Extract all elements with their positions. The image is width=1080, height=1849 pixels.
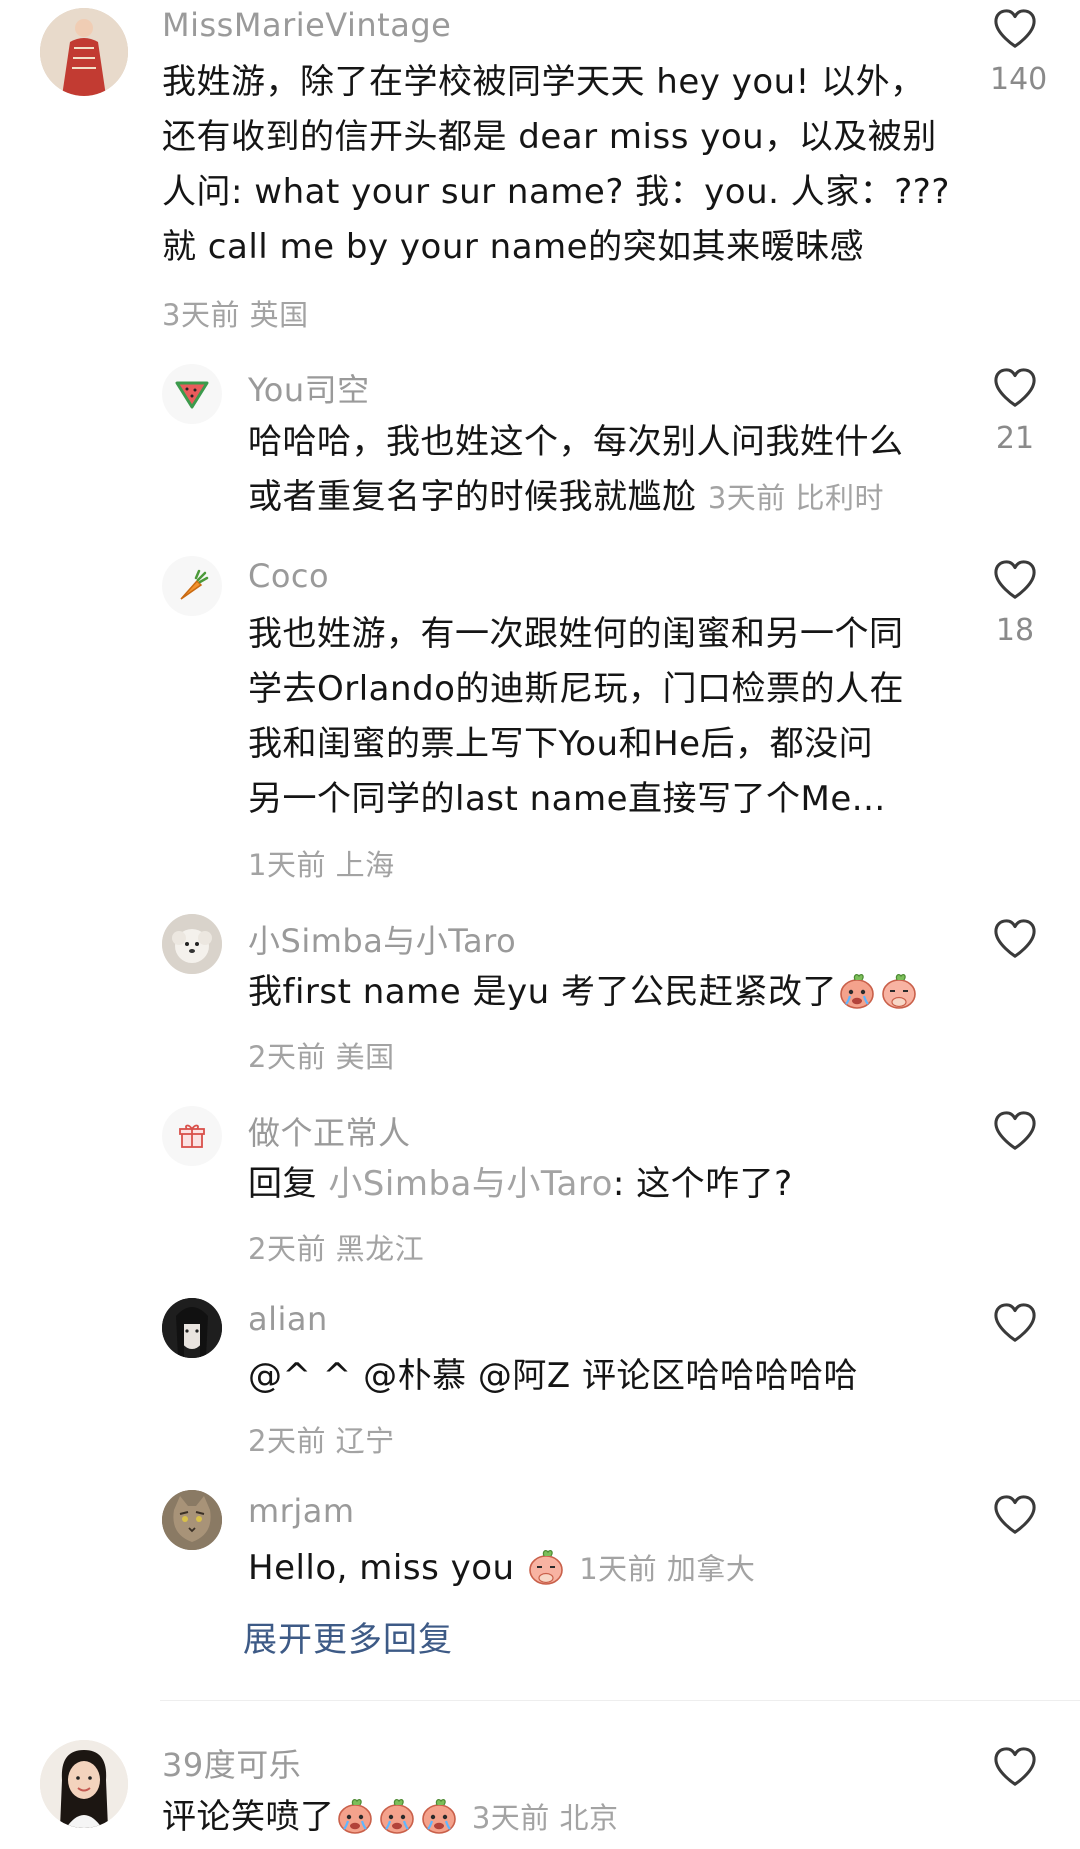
comment-text: 我也姓游，有一次跟姓何的闺蜜和另一个同 学去Orlando的迪斯尼玩，门口检票的… [248, 607, 968, 827]
expand-more-replies-button[interactable]: 展开更多回复 [243, 1612, 453, 1661]
like-count: 18 [995, 613, 1035, 648]
heart-icon [992, 559, 1038, 601]
avatar[interactable] [40, 8, 128, 96]
comment-line: 回复 小Simba与小Taro: 这个咋了? [248, 1157, 968, 1212]
reply-prefix: 回复 [248, 1164, 329, 1204]
comment-meta: 2天前 美国 [248, 1040, 395, 1074]
comment-line: @^ ^ @朴慕 @阿Z 评论区哈哈哈哈哈 [248, 1356, 858, 1396]
comment-text: 我first name 是yu 考了公民赶紧改了 [248, 965, 968, 1020]
comment-text: Hello, miss you 1天前 加拿大 [248, 1541, 968, 1597]
avatar[interactable] [162, 1298, 222, 1358]
username[interactable]: Coco [248, 557, 329, 595]
username[interactable]: alian [248, 1300, 328, 1338]
heart-icon [992, 1494, 1038, 1536]
like-count: 140 [990, 62, 1048, 97]
crying-peach-icon [335, 1796, 375, 1836]
watermelon-icon [175, 381, 209, 409]
comment-line: 学去Orlando的迪斯尼玩，门口检票的人在 [248, 669, 904, 709]
divider [160, 1700, 1080, 1701]
facepalm-peach-icon [879, 971, 919, 1011]
comment-line: 我和闺蜜的票上写下You和He后，都没问 [248, 724, 874, 764]
username[interactable]: mrjam [248, 1492, 355, 1530]
username[interactable]: 做个正常人 [248, 1108, 411, 1154]
avatar[interactable] [40, 1740, 128, 1828]
comment-meta: 3天前 英国 [162, 298, 309, 332]
like-count: 21 [995, 421, 1035, 456]
comment-meta: 2天前 辽宁 [248, 1424, 395, 1458]
avatar[interactable] [162, 1490, 222, 1550]
crying-peach-icon [377, 1796, 417, 1836]
heart-icon [992, 1746, 1038, 1788]
username[interactable]: 39度可乐 [162, 1740, 301, 1786]
like-button[interactable] [990, 918, 1040, 960]
reply-text: : 这个咋了? [612, 1164, 793, 1204]
comment-line: 还有收到的信开头都是 dear miss you，以及被别 [162, 117, 937, 157]
gift-icon [179, 1124, 205, 1148]
heart-icon [992, 367, 1038, 409]
like-button[interactable] [990, 1746, 1040, 1788]
username[interactable]: MissMarieVintage [162, 6, 451, 44]
avatar[interactable] [162, 1106, 222, 1166]
woman-avatar [40, 1740, 128, 1828]
cat-avatar [162, 1490, 222, 1550]
girl-avatar [162, 1298, 222, 1358]
avatar[interactable] [162, 364, 222, 424]
comment-meta: 2天前 黑龙江 [248, 1232, 425, 1266]
comment-line: 就 call me by your name的突如其来暧昧感 [162, 227, 865, 267]
comment-line-text: Hello, miss you [248, 1548, 526, 1588]
comment-line-text: 或者重复名字的时候我就尴尬 [248, 477, 697, 517]
comment-line: 哈哈哈，我也姓这个，每次别人问我姓什么 [248, 422, 904, 462]
comment-meta: 3天前 比利时 [707, 481, 884, 515]
username[interactable]: 小Simba与小Taro [248, 916, 516, 962]
carrot-icon [180, 569, 209, 600]
crying-peach-icon [837, 971, 877, 1011]
like-button[interactable] [990, 1110, 1040, 1152]
like-button[interactable]: 18 [990, 559, 1040, 648]
comment-line: 我姓游，除了在学校被同学天天 hey you! 以外， [162, 62, 925, 102]
comment-line: 我first name 是yu 考了公民赶紧改了 [248, 965, 968, 1020]
heart-icon [992, 918, 1038, 960]
avatar[interactable] [162, 556, 222, 616]
reply-mention[interactable]: 小Simba与小Taro [328, 1164, 613, 1204]
comment-meta: 1天前 上海 [248, 848, 395, 882]
comment-text: 回复 小Simba与小Taro: 这个咋了? [248, 1157, 968, 1212]
avatar[interactable] [162, 914, 222, 974]
comment-line: 另一个同学的last name直接写了个Me... [248, 779, 886, 819]
comment-line: 我也姓游，有一次跟姓何的闺蜜和另一个同 [248, 614, 904, 654]
like-button[interactable] [990, 1494, 1040, 1536]
comment-meta: 3天前 北京 [471, 1801, 619, 1835]
comment-line: 或者重复名字的时候我就尴尬 3天前 比利时 [248, 470, 968, 526]
like-button[interactable]: 140 [990, 8, 1048, 97]
heart-icon [992, 1110, 1038, 1152]
comment-text: @^ ^ @朴慕 @阿Z 评论区哈哈哈哈哈 [248, 1349, 968, 1404]
dog-avatar [162, 914, 222, 974]
comment-text: 哈哈哈，我也姓这个，每次别人问我姓什么 或者重复名字的时候我就尴尬 3天前 比利… [248, 415, 968, 526]
vintage-dress-avatar [40, 8, 128, 96]
comment-text: 我姓游，除了在学校被同学天天 hey you! 以外， 还有收到的信开头都是 d… [162, 55, 962, 275]
username[interactable]: You司空 [248, 365, 370, 411]
like-button[interactable]: 21 [990, 367, 1040, 456]
like-button[interactable] [990, 1302, 1040, 1344]
comment-line: 人问: what your sur name? 我：you. 人家：??? [162, 172, 950, 212]
comment-text: 评论笑喷了 3天前 北京 [162, 1790, 962, 1846]
crying-peach-icon [419, 1796, 459, 1836]
facepalm-peach-icon [526, 1547, 566, 1587]
comment-line-text: 评论笑喷了 [162, 1797, 335, 1837]
heart-icon [992, 1302, 1038, 1344]
heart-icon [992, 8, 1038, 50]
comment-meta: 1天前 加拿大 [579, 1552, 756, 1586]
comment-line: 评论笑喷了 3天前 北京 [162, 1790, 962, 1846]
comment-line: Hello, miss you 1天前 加拿大 [248, 1541, 968, 1597]
comment-line-text: 我first name 是yu 考了公民赶紧改了 [248, 972, 837, 1012]
